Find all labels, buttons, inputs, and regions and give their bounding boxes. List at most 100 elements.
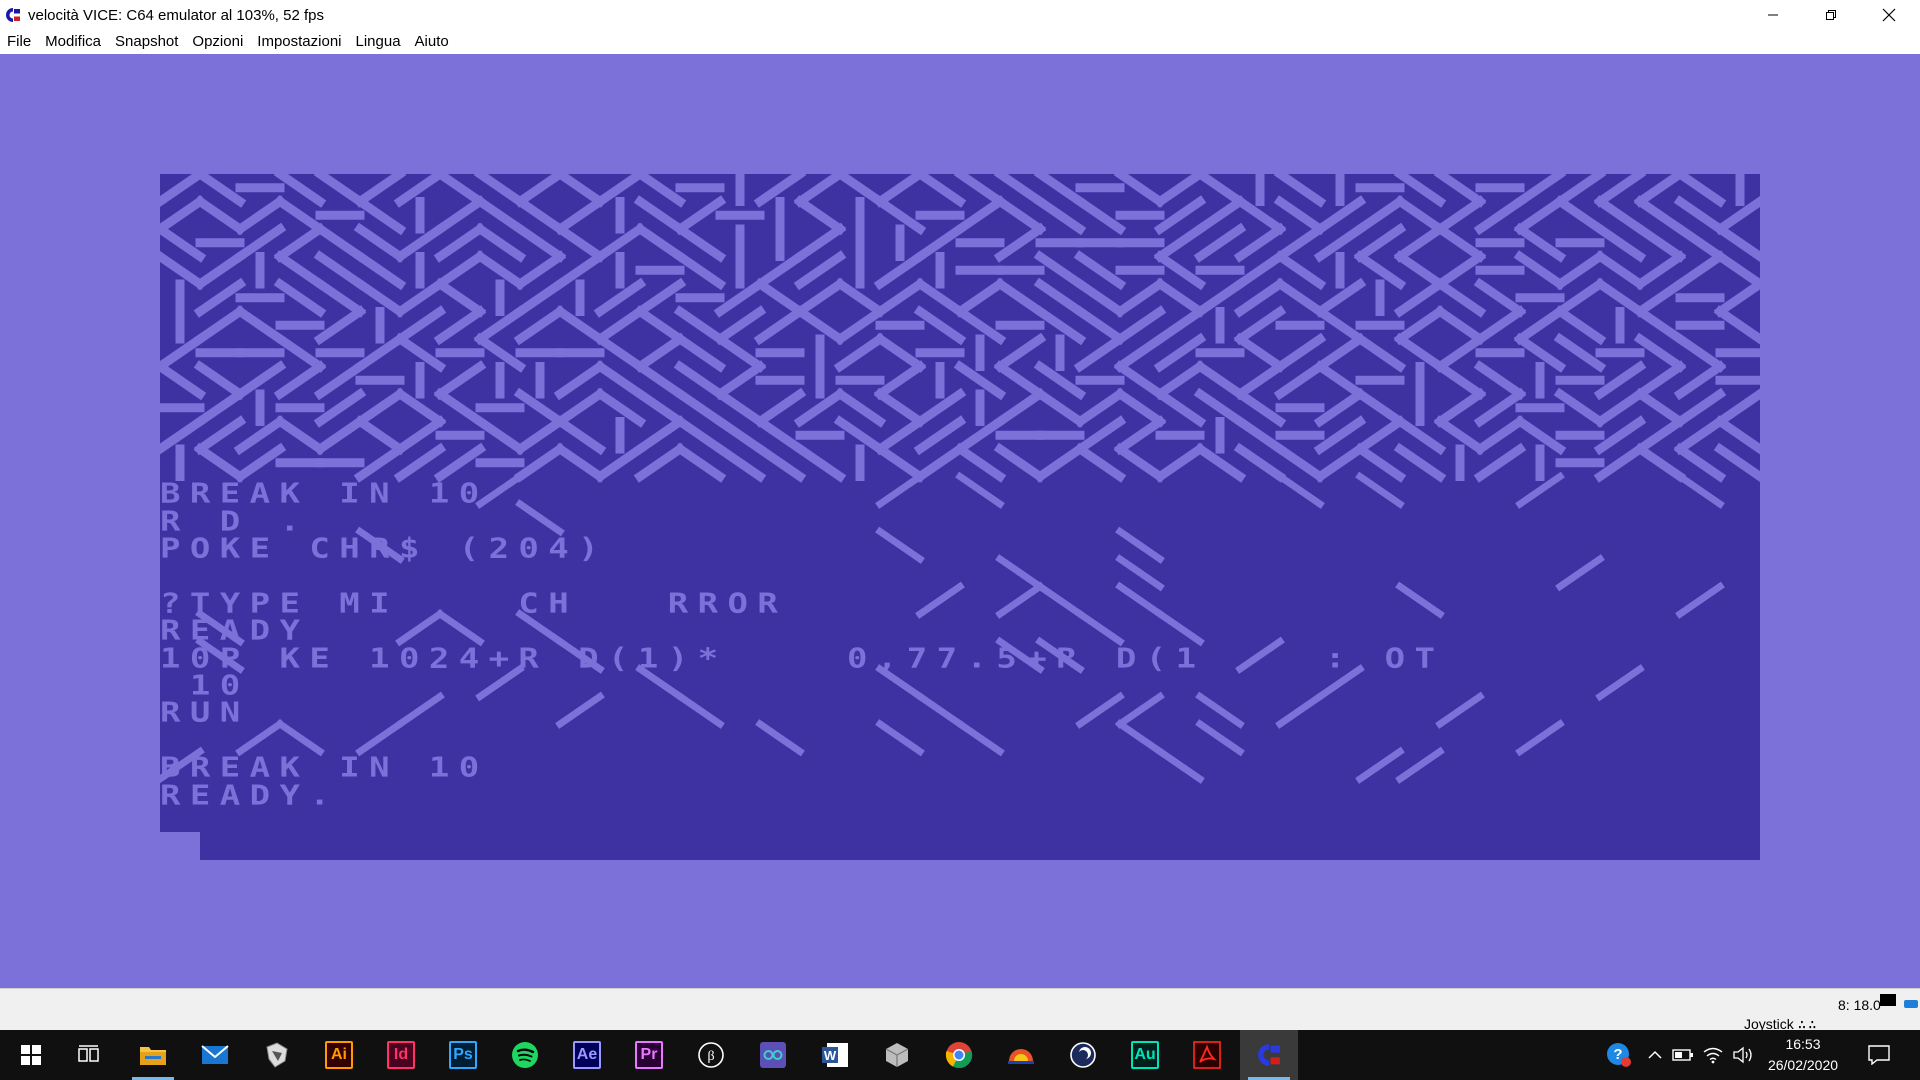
maze-stroke	[553, 360, 607, 401]
taskbar-premiere[interactable]: Pr	[620, 1030, 678, 1080]
maze-stroke	[1113, 174, 1167, 208]
maze-stroke	[1073, 442, 1127, 483]
maze-stroke	[1353, 332, 1407, 373]
taskbar-cube-app[interactable]	[868, 1030, 926, 1080]
menu-snapshot[interactable]: Snapshot	[108, 30, 185, 54]
maze-stroke	[1233, 415, 1287, 456]
taskbar-audition[interactable]: Au	[1116, 1030, 1174, 1080]
maze-stroke	[1153, 360, 1207, 401]
maze-stroke	[433, 387, 487, 428]
maze-stroke	[1033, 195, 1087, 236]
taskbar-indesign[interactable]: Id	[372, 1030, 430, 1080]
taskbar-photoshop[interactable]: Ps	[434, 1030, 492, 1080]
maze-stroke	[753, 415, 807, 456]
maze-stroke	[160, 195, 207, 235]
close-button[interactable]	[1860, 0, 1918, 30]
maze-stroke	[1035, 581, 1085, 619]
taskbar-clock[interactable]: 16:53 26/02/2020	[1760, 1034, 1846, 1076]
maze-stroke	[1593, 360, 1647, 401]
notification-icon[interactable]	[1866, 1042, 1892, 1068]
maze-stroke	[1673, 250, 1727, 291]
maze-stroke	[993, 174, 1047, 208]
maze-stroke	[1675, 581, 1725, 619]
maze-stroke	[1513, 222, 1567, 263]
maze-stroke	[1233, 360, 1287, 401]
maze-stroke	[513, 222, 567, 263]
maze-stroke	[995, 554, 1045, 592]
taskbar-after-effects[interactable]: Ae	[558, 1030, 616, 1080]
maze-stroke	[1553, 332, 1607, 373]
maze-stroke	[1233, 387, 1287, 428]
taskbar-mail[interactable]	[186, 1030, 244, 1080]
taskbar-chrome[interactable]	[930, 1030, 988, 1080]
menu-aiuto[interactable]: Aiuto	[408, 30, 456, 54]
start-button[interactable]	[2, 1030, 60, 1080]
menu-modifica[interactable]: Modifica	[38, 30, 108, 54]
maze-stroke	[1553, 195, 1607, 236]
taskbar-arduino[interactable]	[744, 1030, 802, 1080]
battery-icon[interactable]	[1670, 1042, 1696, 1068]
maze-stroke	[875, 526, 925, 564]
wifi-shape	[1703, 1047, 1723, 1064]
maze-stroke	[1073, 305, 1127, 346]
maze-stroke	[1553, 387, 1607, 428]
svg-text:W: W	[824, 1048, 837, 1063]
vice-commodore-icon[interactable]	[4, 6, 22, 24]
maze-stroke	[1313, 305, 1367, 346]
taskbar-illustrator[interactable]: Ai	[310, 1030, 368, 1080]
wifi-icon[interactable]	[1700, 1042, 1726, 1068]
maze-stroke	[1713, 388, 1760, 428]
taskbar-spotify[interactable]	[496, 1030, 554, 1080]
taskbar-file-explorer[interactable]	[124, 1030, 182, 1080]
minimize-button[interactable]	[1744, 0, 1802, 30]
maze-stroke	[1433, 195, 1487, 236]
maze-stroke	[1153, 442, 1207, 483]
menu-opzioni[interactable]: Opzioni	[185, 30, 250, 54]
taskbar-word[interactable]: W	[806, 1030, 864, 1080]
maze-stroke	[1433, 305, 1487, 346]
maze-stroke	[1393, 277, 1447, 318]
maze-stroke	[193, 195, 247, 236]
maze-stroke	[1393, 222, 1447, 263]
maze-stroke	[1473, 415, 1527, 456]
volume-icon[interactable]	[1730, 1042, 1756, 1068]
maze-stroke	[1673, 360, 1727, 401]
beaker-icon: β	[698, 1042, 724, 1068]
maze-stroke	[433, 222, 487, 263]
maze-stroke	[353, 415, 407, 456]
maze-stroke	[633, 174, 687, 208]
taskbar-acrobat[interactable]	[1178, 1030, 1236, 1080]
maze-stroke	[1633, 174, 1687, 208]
maze-stroke	[193, 442, 247, 483]
menu-impostazioni[interactable]: Impostazioni	[250, 30, 348, 54]
chevron-up-icon[interactable]	[1642, 1042, 1668, 1068]
taskbar-inkscape[interactable]	[248, 1030, 306, 1080]
taskbar-cinema4d[interactable]	[1054, 1030, 1112, 1080]
maze-stroke	[713, 387, 767, 428]
menu-lingua[interactable]: Lingua	[349, 30, 408, 54]
maze-stroke	[1433, 277, 1487, 318]
maze-stroke	[1193, 222, 1247, 263]
maze-stroke	[955, 471, 1005, 509]
taskbar-orb-app[interactable]	[992, 1030, 1050, 1080]
maze-stroke	[513, 415, 567, 456]
task-view-button[interactable]	[60, 1030, 118, 1080]
help-tray-icon[interactable]: ?	[1606, 1042, 1632, 1068]
maze-stroke	[875, 719, 925, 757]
maze-stroke	[1393, 305, 1447, 346]
taskbar-vice[interactable]	[1240, 1030, 1298, 1080]
c64-border[interactable]: BREAK IN 10 R D . POKE CHR$ (204) ?TYPE …	[0, 54, 1920, 988]
maze-stroke	[515, 499, 565, 537]
c64-display[interactable]: BREAK IN 10 R D . POKE CHR$ (204) ?TYPE …	[160, 174, 1760, 860]
menu-file[interactable]: File	[0, 30, 38, 54]
maze-stroke	[873, 332, 927, 373]
restore-button[interactable]	[1802, 0, 1860, 30]
maze-stroke	[1593, 442, 1647, 483]
maze-stroke	[593, 332, 647, 373]
maze-stroke	[873, 277, 927, 318]
maze-stroke	[1553, 305, 1607, 346]
maze-stroke	[793, 222, 847, 263]
taskbar-beaker[interactable]: β	[682, 1030, 740, 1080]
maze-stroke	[793, 250, 847, 291]
svg-text:?: ?	[1613, 1046, 1622, 1063]
